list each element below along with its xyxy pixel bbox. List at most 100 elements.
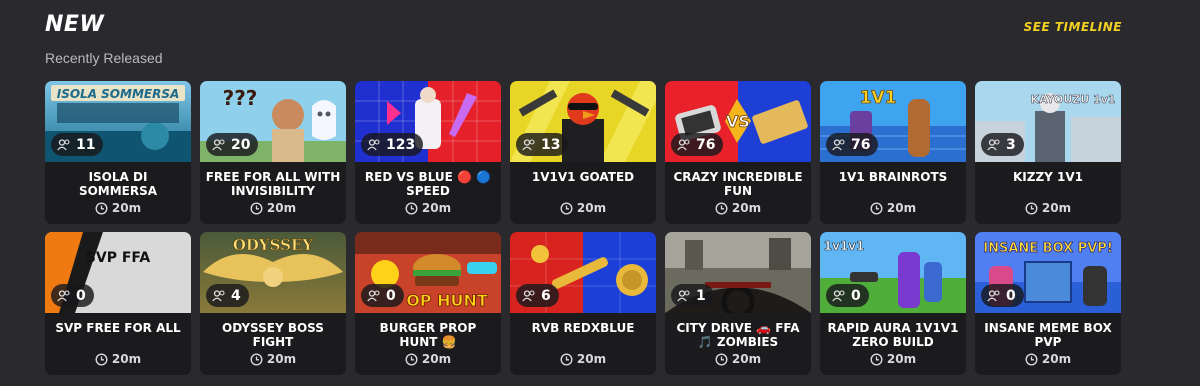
player-count: 76 (851, 136, 871, 153)
player-count: 0 (76, 287, 86, 304)
thumb-text: ??? (223, 86, 258, 110)
players-icon (987, 289, 1000, 301)
island-card[interactable]: 1V1 76 1V1 BRAINROTS 20m (820, 81, 966, 224)
duration-label: 20m (576, 352, 607, 366)
duration-label: 20m (576, 201, 607, 215)
island-card[interactable]: 6 RVB REDXBLUE 20m (510, 232, 656, 375)
player-count-badge: 76 (826, 133, 879, 156)
clock-icon (560, 201, 573, 215)
players-icon (212, 289, 225, 301)
island-name: RAPID AURA 1V1V1 ZERO BUILD (827, 321, 959, 349)
island-card[interactable]: 13 1V1V1 GOATED 20m (510, 81, 656, 224)
island-card[interactable]: VS 76 CRAZY INCREDIBLE FUN 20m (665, 81, 811, 224)
clock-icon (95, 201, 108, 215)
see-timeline-link[interactable]: SEE TIMELINE (1024, 20, 1122, 34)
player-count-badge: 76 (671, 133, 724, 156)
island-name: CRAZY INCREDIBLE FUN (673, 170, 803, 198)
island-name: ISOLA DI SOMMERSA (78, 170, 158, 198)
player-count-badge: 4 (206, 284, 249, 307)
thumb-text: KAYOUZU 1v1 (1030, 93, 1115, 106)
players-icon (57, 138, 70, 150)
duration: 20m (355, 201, 501, 215)
player-count-badge: 0 (361, 284, 404, 307)
players-icon (832, 138, 845, 150)
island-card[interactable]: KAYOUZU 1v1 3 KIZZY 1V1 20m (975, 81, 1121, 224)
island-card[interactable]: 1v1v1 0 RAPID AURA 1V1V1 ZERO BUILD 20m (820, 232, 966, 375)
duration: 20m (200, 352, 346, 366)
players-icon (57, 289, 70, 301)
player-count-badge: 13 (516, 133, 569, 156)
island-card[interactable]: ISOLA SOMMERSA 11 ISOLA DI SOMMERSA 20m (45, 81, 191, 224)
player-count: 0 (1006, 287, 1016, 304)
island-name: 1V1V1 GOATED (531, 170, 635, 184)
duration-label: 20m (266, 352, 297, 366)
clock-icon (250, 352, 263, 366)
thumb-text: INSANE BOX PVP! (983, 241, 1113, 256)
section-subtitle: Recently Released (45, 50, 163, 66)
island-card[interactable]: 123 RED VS BLUE 🔴 🔵 SPEED 20m (355, 81, 501, 224)
players-icon (677, 138, 690, 150)
player-count: 3 (1006, 136, 1016, 153)
duration-label: 20m (1041, 201, 1072, 215)
duration-label: 20m (266, 201, 297, 215)
clock-icon (405, 352, 418, 366)
duration: 20m (510, 201, 656, 215)
players-icon (832, 289, 845, 301)
duration: 20m (200, 201, 346, 215)
player-count: 20 (231, 136, 251, 153)
duration-label: 20m (111, 201, 142, 215)
island-card[interactable]: ODYSSEY 4 ODYSSEY BOSS FIGHT 20m (200, 232, 346, 375)
clock-icon (870, 201, 883, 215)
thumb-text: ISOLA SOMMERSA (57, 87, 180, 101)
players-icon (677, 289, 690, 301)
players-icon (367, 289, 380, 301)
thumb-text: OP HUNT (406, 291, 488, 310)
island-name: INSANE MEME BOX PVP (984, 321, 1112, 349)
players-icon (522, 289, 535, 301)
thumb-text: VS (726, 112, 750, 131)
island-name: CITY DRIVE 🚗 FFA 🎵 ZOMBIES (676, 321, 800, 349)
island-card[interactable]: OP HUNT 0 BURGER PROP HUNT 🍔 20m (355, 232, 501, 375)
island-card[interactable]: ??? 20 FREE FOR ALL WITH INVISIBILITY 20… (200, 81, 346, 224)
players-icon (367, 138, 380, 150)
clock-icon (405, 201, 418, 215)
duration-label: 20m (886, 352, 917, 366)
duration-label: 20m (111, 352, 142, 366)
island-name: FREE FOR ALL WITH INVISIBILITY (205, 170, 341, 198)
player-count-badge: 6 (516, 284, 559, 307)
player-count: 76 (696, 136, 716, 153)
island-card[interactable]: 1 CITY DRIVE 🚗 FFA 🎵 ZOMBIES 20m (665, 232, 811, 375)
duration: 20m (45, 352, 191, 366)
player-count-badge: 20 (206, 133, 259, 156)
duration-label: 20m (421, 352, 452, 366)
clock-icon (715, 352, 728, 366)
duration: 20m (975, 352, 1121, 366)
duration: 20m (665, 201, 811, 215)
clock-icon (870, 352, 883, 366)
player-count: 1 (696, 287, 706, 304)
duration: 20m (45, 201, 191, 215)
clock-icon (250, 201, 263, 215)
player-count: 0 (851, 287, 861, 304)
duration: 20m (665, 352, 811, 366)
duration: 20m (510, 352, 656, 366)
players-icon (522, 138, 535, 150)
island-name: BURGER PROP HUNT 🍔 (379, 321, 477, 349)
island-card[interactable]: SVP FFA 0 SVP FREE FOR ALL 20m (45, 232, 191, 375)
player-count: 6 (541, 287, 551, 304)
clock-icon (715, 201, 728, 215)
duration-label: 20m (731, 352, 762, 366)
clock-icon (1025, 352, 1038, 366)
duration-label: 20m (886, 201, 917, 215)
thumb-text: SVP FFA (86, 250, 151, 266)
player-count: 13 (541, 136, 561, 153)
duration-label: 20m (421, 201, 452, 215)
island-grid: ISOLA SOMMERSA 11 ISOLA DI SOMMERSA 20m … (45, 81, 1126, 375)
thumb-text: ODYSSEY (233, 236, 314, 254)
island-name: SVP FREE FOR ALL (55, 321, 181, 335)
player-count-badge: 0 (51, 284, 94, 307)
section-title: NEW (45, 12, 105, 37)
island-name: ODYSSEY BOSS FIGHT (222, 321, 324, 349)
island-card[interactable]: INSANE BOX PVP! 0 INSANE MEME BOX PVP 20… (975, 232, 1121, 375)
player-count-badge: 0 (981, 284, 1024, 307)
